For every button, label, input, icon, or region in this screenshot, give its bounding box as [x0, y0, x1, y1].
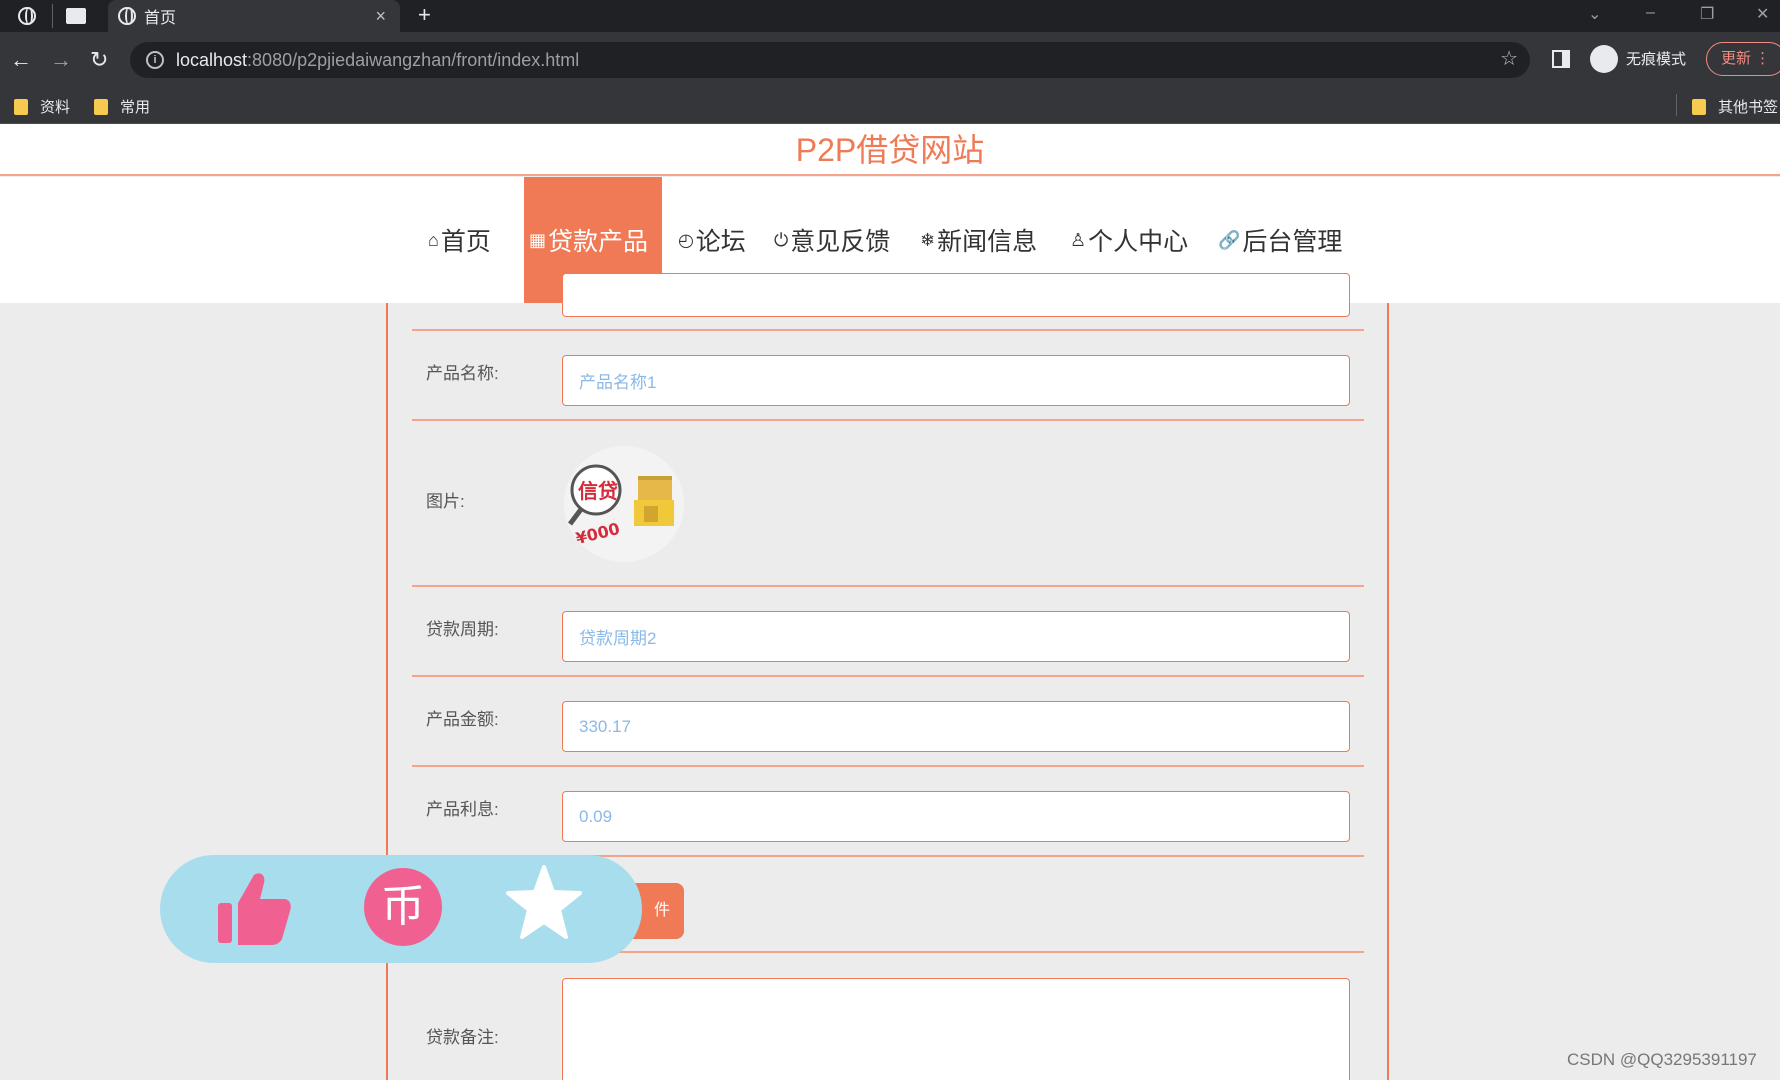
address-bar[interactable]: i localhost :8080/p2pjiedaiwangzhan/fron… — [130, 42, 1530, 78]
reload-icon[interactable]: ↻ — [90, 46, 108, 74]
bookmark-label: 资料 — [40, 99, 71, 116]
loan-period-input[interactable] — [562, 611, 1350, 662]
site-title: P2P借贷网站 — [795, 132, 985, 168]
link-icon: 🔗 — [1218, 229, 1241, 250]
site-info-icon[interactable]: i — [146, 51, 164, 69]
loan-remark-label: 贷款备注: — [426, 1028, 499, 1047]
url-path: :8080/p2pjiedaiwangzhan/front/index.html — [247, 49, 580, 70]
other-bookmarks-folder[interactable]: 其他书签 — [1692, 96, 1778, 117]
tab-close-icon[interactable]: × — [375, 6, 386, 27]
previous-field-input[interactable] — [562, 273, 1350, 317]
bookmarks-divider — [1676, 94, 1677, 116]
tab-overview-icon[interactable] — [66, 8, 86, 24]
coin-icon[interactable]: 币 — [364, 868, 442, 946]
loan-magnifier-image: 信贷 ¥000 — [568, 464, 674, 548]
product-interest-label: 产品利息: — [426, 800, 499, 819]
nav-item-label: 个人中心 — [1088, 228, 1189, 256]
tab-search-chevron-icon[interactable]: ⌄ — [1588, 4, 1601, 24]
calendar-icon: ▦ — [529, 229, 547, 250]
row-divider — [412, 419, 1364, 421]
loan-remark-textarea[interactable] — [562, 978, 1350, 1080]
side-panel-icon[interactable] — [1552, 50, 1570, 68]
screen: { "browser": { "tab_title": "首页", "tab_c… — [0, 0, 1780, 1080]
like-coin-favorite-overlay: 币 — [160, 855, 642, 963]
bookmark-star-icon[interactable]: ☆ — [1500, 46, 1518, 71]
snowflake-icon: ❄ — [920, 229, 936, 250]
browser-toolbar: ← → ↻ i localhost :8080/p2pjiedaiwangzha… — [0, 32, 1780, 88]
browser-tab-strip: 首页 × + ⌄ – ❐ ✕ — [0, 0, 1780, 32]
update-button[interactable]: 更新 ⋮ — [1706, 42, 1780, 76]
close-window-icon[interactable]: ✕ — [1756, 4, 1769, 24]
minimize-icon[interactable]: – — [1646, 4, 1655, 22]
tab-title: 首页 — [144, 10, 177, 27]
nav-item-label: 论坛 — [695, 228, 746, 256]
back-arrow-icon[interactable]: ← — [10, 46, 32, 74]
nav-item-label: 贷款产品 — [548, 228, 649, 256]
restore-icon[interactable]: ❐ — [1700, 4, 1714, 24]
forward-arrow-icon[interactable]: → — [50, 46, 72, 74]
product-name-input[interactable] — [562, 355, 1350, 406]
product-image: 信贷 ¥000 — [564, 446, 684, 562]
incognito-icon — [1590, 45, 1618, 73]
row-divider — [412, 765, 1364, 767]
nav-item-home[interactable]: ⌂ 首页 — [428, 177, 491, 303]
tab-home[interactable]: 首页 × — [108, 0, 400, 32]
globe-icon — [118, 7, 136, 25]
product-detail-form: 产品名称: 图片: 信贷 ¥000 贷款周期: 产品金额: 产品利息: 件 贷款… — [386, 273, 1389, 1080]
tab-divider — [52, 4, 53, 28]
folder-icon — [14, 98, 28, 115]
bookmark-label: 常用 — [120, 99, 151, 116]
image-label: 图片: — [426, 492, 465, 511]
image-text-xindai: 信贷 — [578, 479, 618, 503]
new-tab-button[interactable]: + — [418, 2, 431, 28]
row-divider — [412, 585, 1364, 587]
site-header: P2P借贷网站 — [0, 124, 1780, 176]
csdn-watermark: CSDN @QQ3295391197 — [1567, 1050, 1757, 1069]
gauge-icon: ◴ — [678, 229, 694, 250]
product-amount-input[interactable] — [562, 701, 1350, 752]
power-icon: ⏻ — [774, 229, 789, 250]
product-amount-label: 产品金额: — [426, 710, 499, 729]
bookmark-folder-ziliao[interactable]: 资料 — [14, 96, 70, 117]
product-name-label: 产品名称: — [426, 364, 499, 383]
update-label: 更新 — [1721, 50, 1752, 67]
row-divider — [412, 329, 1364, 331]
nav-item-label: 后台管理 — [1242, 228, 1343, 256]
browser-menu-globe-icon[interactable] — [18, 7, 36, 25]
favorite-star-icon[interactable] — [506, 865, 582, 941]
bookmarks-bar: 资料 常用 其他书签 — [0, 88, 1780, 124]
nav-item-label: 新闻信息 — [937, 228, 1038, 256]
user-icon: ♙ — [1070, 229, 1087, 250]
url-host: localhost — [176, 49, 248, 70]
product-interest-input[interactable] — [562, 791, 1350, 842]
incognito-label: 无痕模式 — [1626, 51, 1687, 68]
bookmark-label: 其他书签 — [1718, 99, 1779, 116]
folder-icon — [1692, 98, 1706, 115]
folder-icon — [94, 98, 108, 115]
bookmark-folder-changyong[interactable]: 常用 — [94, 96, 150, 117]
nav-item-label: 意见反馈 — [790, 228, 891, 256]
loan-period-label: 贷款周期: — [426, 620, 499, 639]
nav-item-label: 首页 — [440, 228, 491, 256]
row-divider — [412, 675, 1364, 677]
image-text-amount: ¥000 — [574, 519, 622, 548]
home-icon: ⌂ — [428, 229, 439, 250]
thumbs-up-icon[interactable] — [216, 869, 292, 947]
